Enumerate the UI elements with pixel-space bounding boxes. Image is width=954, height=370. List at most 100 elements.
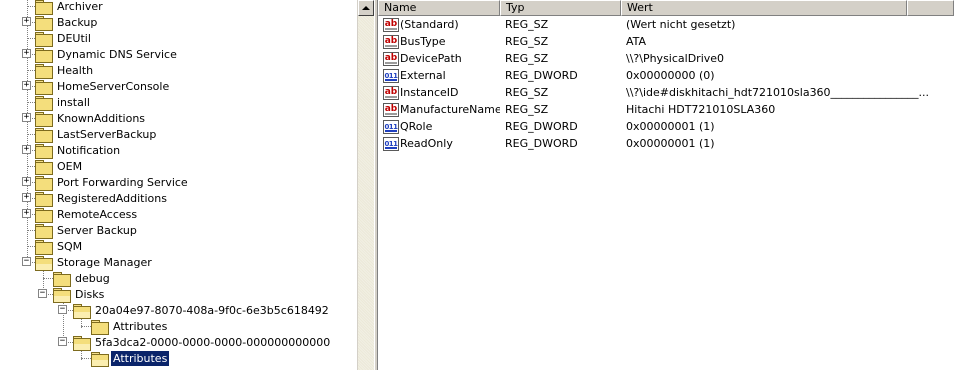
tree-line — [27, 102, 35, 103]
value-row[interactable]: ab ManufactureName REG_SZ Hitachi HDT7210… — [378, 101, 954, 118]
value-data: Hitachi HDT721010SLA360 — [626, 103, 776, 116]
registry-value-list[interactable]: Name Typ Wert ab (Standard) REG_SZ (Wert … — [378, 0, 954, 370]
tree-item-oem[interactable]: OEM — [35, 158, 84, 175]
tree-item-label: debug — [75, 271, 110, 285]
tree-item-label: Attributes — [113, 319, 168, 333]
list-header: Name Typ Wert — [378, 0, 954, 16]
column-header-type[interactable]: Typ — [500, 0, 621, 16]
value-row[interactable]: 011 ReadOnly REG_DWORD 0x00000001 (1) — [378, 135, 954, 152]
value-data: 0x00000001 (1) — [626, 120, 715, 133]
value-row[interactable]: ab InstanceID REG_SZ \\?\ide#diskhitachi_… — [378, 84, 954, 101]
tree-item-label: 5fa3dca2-0000-0000-0000-000000000000 — [95, 335, 331, 349]
value-row[interactable]: ab DevicePath REG_SZ \\?\PhysicalDrive0 — [378, 50, 954, 67]
expand-plus-icon[interactable]: + — [22, 193, 31, 202]
tree-line — [27, 166, 35, 167]
expand-plus-icon[interactable]: + — [22, 177, 31, 186]
expand-plus-icon[interactable]: + — [22, 49, 31, 58]
tree-item-label: RegisteredAdditions — [57, 191, 167, 205]
folder-icon — [35, 175, 53, 191]
tree-item-port-forwarding-service[interactable]: Port Forwarding Service — [35, 174, 190, 191]
tree-item-health[interactable]: Health — [35, 62, 95, 79]
registry-key-tree[interactable]: Archiver + Backup DEUtil + Dynamic DNS S… — [0, 0, 357, 370]
value-name: DevicePath — [400, 52, 462, 65]
tree-item-sqm[interactable]: SQM — [35, 238, 84, 255]
tree-item-disks[interactable]: Disks — [53, 286, 106, 303]
collapse-minus-icon[interactable]: − — [58, 337, 67, 346]
tree-vertical-scrollbar[interactable] — [357, 0, 374, 370]
tree-item-remoteaccess[interactable]: RemoteAccess — [35, 206, 139, 223]
tree-item-install[interactable]: install — [35, 94, 92, 111]
collapse-minus-icon[interactable]: − — [38, 289, 47, 298]
expand-plus-icon[interactable]: + — [22, 145, 31, 154]
tree-item-homeserverconsole[interactable]: HomeServerConsole — [35, 78, 171, 95]
value-row[interactable]: 011 QRole REG_DWORD 0x00000001 (1) — [378, 118, 954, 135]
column-header-name[interactable]: Name — [378, 0, 500, 16]
tree-item-disk-guid-2[interactable]: 5fa3dca2-0000-0000-0000-000000000000 — [73, 334, 332, 351]
folder-icon — [53, 271, 71, 287]
value-row[interactable]: 011 External REG_DWORD 0x00000000 (0) — [378, 67, 954, 84]
tree-item-dynamic-dns-service[interactable]: Dynamic DNS Service — [35, 46, 179, 63]
value-row[interactable]: ab (Standard) REG_SZ (Wert nicht gesetzt) — [378, 16, 954, 33]
expand-plus-icon[interactable]: + — [22, 113, 31, 122]
string-value-icon: ab — [383, 51, 399, 66]
folder-icon — [35, 143, 53, 159]
value-name: InstanceID — [400, 86, 459, 99]
arrow-up-icon — [362, 6, 370, 10]
folder-icon — [35, 111, 53, 127]
tree-item-knownadditions[interactable]: KnownAdditions — [35, 110, 147, 127]
column-header-data[interactable]: Wert — [621, 0, 907, 16]
binary-value-icon: 011 — [383, 68, 399, 83]
folder-icon — [35, 0, 53, 15]
value-type: REG_SZ — [505, 86, 549, 99]
value-name: BusType — [400, 35, 446, 48]
value-data: \\?\ide#diskhitachi_hdt721010sla360_____… — [626, 86, 930, 99]
tree-item-disk-guid-1[interactable]: 20a04e97-8070-408a-9f0c-6e3b5c618492 — [73, 302, 331, 319]
tree-item-label: DEUtil — [57, 31, 91, 45]
tree-item-archiver[interactable]: Archiver — [35, 0, 105, 15]
folder-icon — [35, 63, 53, 79]
value-type: REG_SZ — [505, 18, 549, 31]
value-name: (Standard) — [400, 18, 459, 31]
tree-item-label: LastServerBackup — [57, 127, 157, 141]
folder-icon — [35, 15, 53, 31]
tree-item-attributes-1[interactable]: Attributes — [91, 318, 169, 335]
tree-item-attributes-2-selected[interactable]: Attributes — [91, 349, 171, 367]
folder-icon — [91, 319, 109, 335]
tree-item-label: Notification — [57, 143, 121, 157]
folder-icon — [35, 191, 53, 207]
folder-icon — [35, 127, 53, 143]
folder-icon — [35, 31, 53, 47]
string-value-icon: ab — [383, 85, 399, 100]
tree-item-label: Port Forwarding Service — [57, 175, 188, 189]
value-name: External — [400, 69, 446, 82]
binary-value-icon: 011 — [383, 136, 399, 151]
scroll-up-button[interactable] — [358, 0, 374, 16]
collapse-minus-icon[interactable]: − — [58, 305, 67, 314]
tree-item-label: Storage Manager — [57, 255, 152, 269]
tree-item-registeredadditions[interactable]: RegisteredAdditions — [35, 190, 169, 207]
tree-item-backup[interactable]: Backup — [35, 14, 99, 31]
value-data: 0x00000001 (1) — [626, 137, 715, 150]
folder-icon — [35, 223, 53, 239]
tree-item-label: Dynamic DNS Service — [57, 47, 177, 61]
tree-line — [43, 278, 53, 279]
value-type: REG_DWORD — [505, 137, 578, 150]
column-header-filler — [907, 0, 954, 16]
tree-item-storage-manager[interactable]: Storage Manager — [35, 254, 154, 271]
folder-icon — [35, 239, 53, 255]
folder-icon — [35, 207, 53, 223]
tree-item-debug[interactable]: debug — [53, 270, 112, 287]
expand-plus-icon[interactable]: + — [22, 209, 31, 218]
tree-item-deutil[interactable]: DEUtil — [35, 30, 93, 47]
tree-item-lastserverbackup[interactable]: LastServerBackup — [35, 126, 158, 143]
folder-icon — [35, 95, 53, 111]
tree-item-server-backup[interactable]: Server Backup — [35, 222, 139, 239]
binary-value-icon: 011 — [383, 119, 399, 134]
expand-plus-icon[interactable]: + — [22, 17, 31, 26]
collapse-minus-icon[interactable]: − — [22, 257, 31, 266]
expand-plus-icon[interactable]: + — [22, 81, 31, 90]
value-row[interactable]: ab BusType REG_SZ ATA — [378, 33, 954, 50]
tree-item-notification[interactable]: Notification — [35, 142, 122, 159]
tree-line — [81, 326, 91, 327]
tree-item-label: 20a04e97-8070-408a-9f0c-6e3b5c618492 — [95, 303, 329, 317]
